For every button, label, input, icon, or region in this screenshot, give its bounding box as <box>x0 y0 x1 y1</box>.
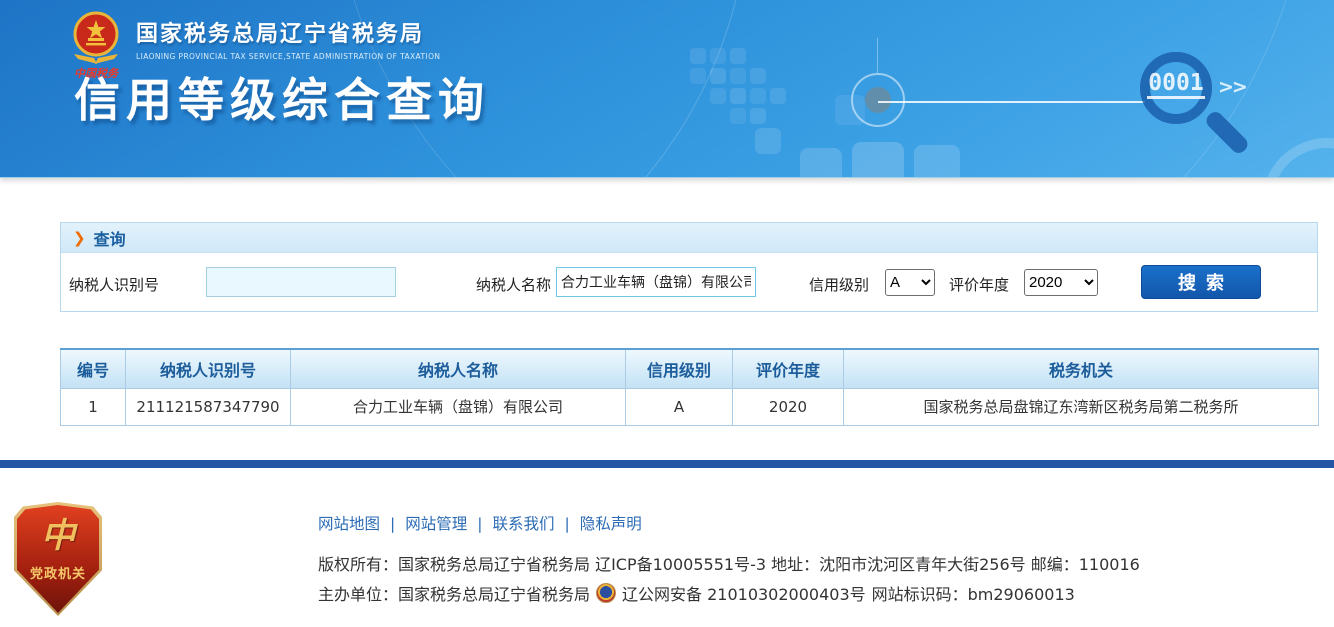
cell-credit-level: A <box>626 388 733 425</box>
deco-square <box>710 68 726 84</box>
link-separator: | <box>477 515 482 533</box>
year-select[interactable]: 2020 <box>1024 269 1098 296</box>
copyright-line: 版权所有：国家税务总局辽宁省税务局 辽ICP备10005551号-3 地址：沈阳… <box>318 551 1140 575</box>
query-panel: ❯ 查询 纳税人识别号 纳税人名称 信用级别 A 评价年度 2020 搜索 <box>60 222 1318 312</box>
cell-year: 2020 <box>733 388 844 425</box>
party-gov-shield-badge: 中 党政机关 <box>14 502 102 616</box>
deco-square <box>710 48 726 64</box>
query-panel-title: 查询 <box>94 226 126 250</box>
shield-emblem-glyph: 中 <box>41 519 75 553</box>
link-separator: | <box>565 515 570 533</box>
results-table: 编号 纳税人识别号 纳税人名称 信用级别 评价年度 税务机关 1 2111215… <box>60 348 1319 426</box>
credit-level-select[interactable]: A <box>885 269 935 296</box>
col-header-year: 评价年度 <box>733 349 844 388</box>
deco-square <box>730 48 746 64</box>
footer-links: 网站地图 | 网站管理 | 联系我们 | 隐私声明 <box>318 512 642 534</box>
tax-emblem-icon <box>68 10 124 64</box>
organizer-text: 主办单位：国家税务总局辽宁省税务局 <box>318 581 590 605</box>
taxpayer-id-input[interactable] <box>206 267 396 297</box>
shield-badge-inner: 中 党政机关 <box>17 505 99 613</box>
cell-tax-authority: 国家税务总局盘锦辽东湾新区税务局第二税务所 <box>844 388 1319 425</box>
magnifier-number: 0001 <box>1147 70 1205 99</box>
org-name-english: LIAONING PROVINCIAL TAX SERVICE,STATE AD… <box>136 52 440 61</box>
taxpayer-id-label: 纳税人识别号 <box>69 274 159 295</box>
cell-taxpayer-id: 211121587347790 <box>126 388 291 425</box>
link-separator: | <box>390 515 395 533</box>
footer-link-site-admin[interactable]: 网站管理 <box>405 515 467 533</box>
col-header-taxpayer-id: 纳税人识别号 <box>126 349 291 388</box>
col-header-tax-authority: 税务机关 <box>844 349 1319 388</box>
taxpayer-name-label: 纳税人名称 <box>476 274 551 295</box>
deco-square <box>730 68 746 84</box>
deco-square <box>710 88 726 104</box>
year-label: 评价年度 <box>949 274 1009 295</box>
faint-circle-decoration <box>1262 138 1334 178</box>
deco-square <box>730 88 746 104</box>
organizer-line: 主办单位：国家税务总局辽宁省税务局 辽公网安备 21010302000403号 … <box>318 581 1075 605</box>
credit-level-label: 信用级别 <box>809 274 869 295</box>
target-circle-dot <box>865 87 891 113</box>
deco-square <box>750 108 766 124</box>
query-panel-header: ❯ 查询 <box>61 223 1317 253</box>
footer-link-contact[interactable]: 联系我们 <box>493 515 555 533</box>
shield-badge-label: 党政机关 <box>30 563 86 582</box>
deco-square <box>750 68 766 84</box>
deco-square <box>690 68 706 84</box>
org-name: 国家税务总局辽宁省税务局 <box>136 16 440 48</box>
deco-vertical-line <box>877 38 878 73</box>
deco-square <box>770 88 786 104</box>
deco-square <box>690 48 706 64</box>
page-footer: 中 党政机关 网站地图 | 网站管理 | 联系我们 | 隐私声明 版权所有：国家税务总局辽宁… <box>0 468 1334 627</box>
deco-square <box>755 128 781 154</box>
col-header-taxpayer-name: 纳税人名称 <box>291 349 626 388</box>
site-code-text: 网站标识码：bm29060013 <box>872 581 1075 605</box>
police-record-text: 辽公网安备 21010302000403号 <box>622 581 866 605</box>
col-header-no: 编号 <box>61 349 126 388</box>
deco-square <box>914 145 960 178</box>
deco-square <box>852 142 904 178</box>
deco-square <box>730 108 746 124</box>
page-title: 信用等级综合查询 <box>74 64 490 130</box>
deco-square <box>750 88 766 104</box>
blue-divider-bar <box>0 460 1334 468</box>
chevron-arrows-decoration: >> <box>1218 76 1246 98</box>
table-row: 1 211121587347790 合力工业车辆（盘锦）有限公司 A 2020 … <box>61 388 1319 425</box>
cell-no: 1 <box>61 388 126 425</box>
police-badge-icon <box>596 583 616 603</box>
taxpayer-name-input[interactable] <box>556 267 756 297</box>
cell-taxpayer-name: 合力工业车辆（盘锦）有限公司 <box>291 388 626 425</box>
page-header: 0001 >> 中国税务 国家税务总局辽宁省税务局 LIAONING PROVI… <box>0 0 1334 178</box>
orange-arrow-icon: ❯ <box>73 229 86 247</box>
table-header-row: 编号 纳税人识别号 纳税人名称 信用级别 评价年度 税务机关 <box>61 349 1319 388</box>
query-form: 纳税人识别号 纳税人名称 信用级别 A 评价年度 2020 搜索 <box>61 253 1317 311</box>
footer-link-privacy[interactable]: 隐私声明 <box>580 515 642 533</box>
col-header-credit-level: 信用级别 <box>626 349 733 388</box>
deco-horizontal-line <box>878 101 1145 103</box>
footer-link-sitemap[interactable]: 网站地图 <box>318 515 380 533</box>
search-button[interactable]: 搜索 <box>1141 265 1261 299</box>
deco-square <box>800 148 842 178</box>
